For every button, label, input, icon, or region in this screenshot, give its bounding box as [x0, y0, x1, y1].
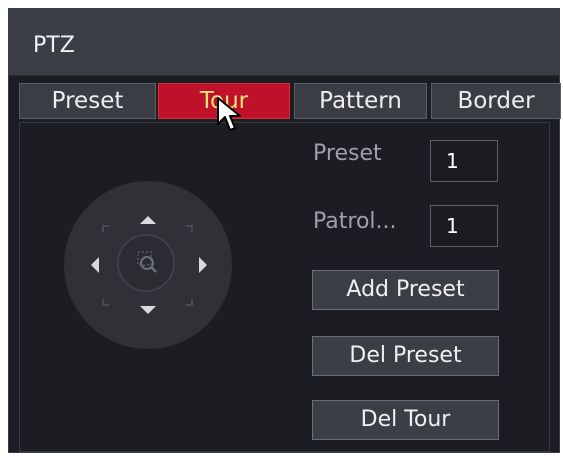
ptz-panel: PTZ Preset Tour Pattern Border Preset 1 …: [8, 8, 561, 453]
tab-bar: Preset Tour Pattern Border: [9, 75, 561, 126]
down-left-indicator: [102, 299, 109, 306]
up-arrow-icon[interactable]: [140, 216, 156, 224]
zoom-icon: [137, 251, 157, 273]
patrol-label: Patrol...: [313, 209, 397, 234]
preset-input[interactable]: 1: [430, 140, 498, 182]
joystick-center[interactable]: [117, 234, 175, 292]
right-arrow-icon[interactable]: [199, 257, 207, 273]
down-right-indicator: [186, 299, 193, 306]
patrol-input[interactable]: 1: [430, 205, 498, 247]
tab-pattern[interactable]: Pattern: [294, 83, 427, 119]
up-right-indicator: [186, 225, 193, 232]
up-left-indicator: [102, 225, 109, 232]
tab-border[interactable]: Border: [431, 83, 561, 119]
ptz-joystick[interactable]: [64, 181, 232, 349]
title-bar: PTZ: [9, 9, 559, 75]
tab-preset[interactable]: Preset: [19, 83, 156, 119]
panel-title: PTZ: [33, 33, 75, 58]
mouse-cursor-icon: [217, 97, 241, 131]
down-arrow-icon[interactable]: [140, 306, 156, 314]
preset-label: Preset: [313, 141, 382, 166]
del-preset-button[interactable]: Del Preset: [312, 336, 499, 376]
add-preset-button[interactable]: Add Preset: [312, 270, 499, 310]
del-tour-button[interactable]: Del Tour: [312, 400, 499, 440]
left-arrow-icon[interactable]: [91, 257, 99, 273]
